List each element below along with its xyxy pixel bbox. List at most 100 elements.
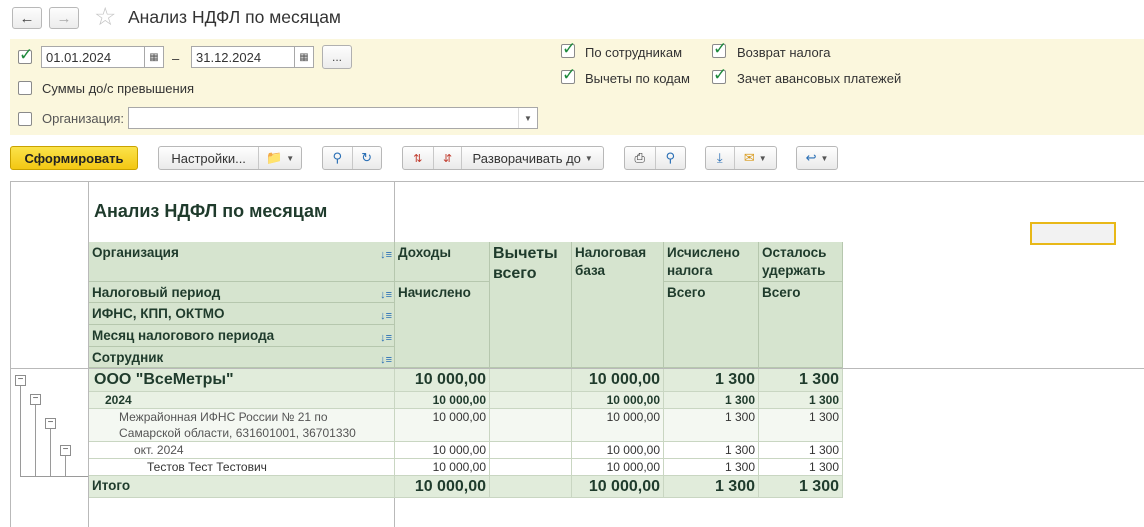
row-year-calc: 1 300 xyxy=(664,392,759,409)
grouping-label: Налоговый период xyxy=(92,285,221,300)
row-year-remain: 1 300 xyxy=(759,392,843,409)
total-deductions xyxy=(490,476,572,498)
expand-to-button[interactable]: Разворачивать до ▼ xyxy=(462,147,603,169)
column-tax-base: Налоговая база xyxy=(572,242,664,368)
undo-icon: ↩ xyxy=(805,150,817,165)
deductions-by-codes-checkbox[interactable]: ✓ xyxy=(561,66,576,84)
collapse-year-toggle[interactable]: − xyxy=(30,394,41,405)
organization-input[interactable] xyxy=(128,107,538,129)
advance-offset-checkbox[interactable]: ✓ xyxy=(712,66,727,84)
chevron-down-icon: ▼ xyxy=(524,113,532,123)
row-month-name: окт. 2024 xyxy=(89,442,395,459)
total-income: 10 000,00 xyxy=(395,476,490,498)
row-organization-base: 10 000,00 xyxy=(572,369,664,392)
search-group: ⚲ ↻ xyxy=(322,146,382,170)
organization-checkbox[interactable] xyxy=(18,112,32,126)
download-icon: ⤓ xyxy=(716,150,723,165)
column-income: Доходы xyxy=(395,242,490,282)
sort-icon[interactable]: ↓≡ xyxy=(380,351,392,369)
period-checkbox[interactable]: ✓ xyxy=(18,46,33,64)
tree-line xyxy=(65,455,66,476)
settings-button[interactable]: Настройки... xyxy=(159,147,258,169)
print-preview-button[interactable]: ⚲ xyxy=(656,147,686,169)
star-icon[interactable]: ☆ xyxy=(94,2,116,32)
organization-dropdown-button[interactable]: ▼ xyxy=(518,108,537,128)
total-base: 10 000,00 xyxy=(572,476,664,498)
calendar-icon: ▦ xyxy=(299,51,309,63)
chevron-down-icon: ▼ xyxy=(820,153,829,163)
collapse-ifns-toggle[interactable]: − xyxy=(45,418,56,429)
sort-icon[interactable]: ↓≡ xyxy=(380,246,392,264)
chevron-down-icon: ▼ xyxy=(286,153,295,163)
find-next-button[interactable]: ↻ xyxy=(353,147,382,169)
tree-line xyxy=(35,405,36,476)
column-remaining: Осталось удержать xyxy=(759,242,843,282)
row-month-deductions xyxy=(490,442,572,459)
calendar-from-button[interactable]: ▦ xyxy=(144,46,164,68)
envelope-icon: ✉ xyxy=(743,150,755,165)
back-button[interactable]: ← xyxy=(12,7,42,29)
row-year-deductions xyxy=(490,392,572,409)
arrow-left-icon: ← xyxy=(19,9,35,27)
row-ifns-deductions xyxy=(490,409,572,442)
print-button[interactable]: ⎙ xyxy=(625,147,655,169)
row-year-name: 2024 xyxy=(89,392,395,409)
send-email-button[interactable]: ✉ ▼ xyxy=(735,147,776,169)
period-select-button[interactable]: ... xyxy=(322,45,352,69)
row-ifns-income: 10 000,00 xyxy=(395,409,490,442)
sort-ascending-icon: ⇅ xyxy=(413,152,423,165)
column-calculated: Исчислено налога xyxy=(664,242,759,282)
calendar-to-button[interactable]: ▦ xyxy=(294,46,314,68)
footer-divider xyxy=(394,497,395,527)
sort-icon[interactable]: ↓≡ xyxy=(380,286,392,304)
settings-group: Настройки... 📁 ▼ xyxy=(158,146,302,170)
deductions-by-codes-label: Вычеты по кодам xyxy=(585,71,690,86)
row-employee-income: 10 000,00 xyxy=(395,459,490,476)
selected-cell[interactable] xyxy=(1030,222,1116,245)
sort-group: ⇅ ⇵ Разворачивать до ▼ xyxy=(402,146,604,170)
collapse-month-toggle[interactable]: − xyxy=(60,445,71,456)
tax-return-checkbox[interactable]: ✓ xyxy=(712,40,727,58)
checkmark-icon: ✓ xyxy=(562,39,577,58)
find-button[interactable]: ⚲ xyxy=(323,147,352,169)
row-employee-name: Тестов Тест Тестович xyxy=(89,459,395,476)
grouping-ifns: ИФНС, КПП, ОКТМО ↓≡ xyxy=(89,303,395,325)
organization-label: Организация: xyxy=(42,111,125,126)
save-button[interactable]: ⤓ xyxy=(706,147,734,169)
collapse-organization-toggle[interactable]: − xyxy=(15,375,26,386)
sort-icon[interactable]: ↓≡ xyxy=(380,329,392,347)
sums-before-excess-label: Суммы до/с превышения xyxy=(42,81,195,96)
grouping-organization: Организация ↓≡ xyxy=(89,242,395,282)
row-organization-remain: 1 300 xyxy=(759,369,843,392)
row-month-income: 10 000,00 xyxy=(395,442,490,459)
window-title: Анализ НДФЛ по месяцам xyxy=(128,7,341,27)
sort-asc-button[interactable]: ⇅ xyxy=(403,147,433,169)
row-employee-calc: 1 300 xyxy=(664,459,759,476)
sort-icon[interactable]: ↓≡ xyxy=(380,307,392,325)
sums-before-excess-checkbox[interactable] xyxy=(18,81,32,95)
row-organization-deductions xyxy=(490,369,572,392)
row-ifns-calc: 1 300 xyxy=(664,409,759,442)
sort-descending-icon: ⇵ xyxy=(442,152,453,165)
total-label: Итого xyxy=(89,476,395,498)
date-from-input[interactable]: 01.01.2024 xyxy=(41,46,145,68)
sort-desc-button[interactable]: ⇵ xyxy=(434,147,462,169)
tax-return-label: Возврат налога xyxy=(737,45,831,60)
date-to-input[interactable]: 31.12.2024 xyxy=(191,46,295,68)
export-group: ⤓ ✉ ▼ xyxy=(705,146,777,170)
row-ifns-name-line2: Самарской области, 631601001, 36701330 xyxy=(119,426,356,440)
by-employees-checkbox[interactable]: ✓ xyxy=(561,40,576,58)
column-remaining-total: Всего xyxy=(759,282,843,368)
grouping-employee: Сотрудник ↓≡ xyxy=(89,347,395,368)
folder-icon: 📁 xyxy=(266,150,283,165)
grouping-label: Месяц налогового периода xyxy=(92,328,275,343)
column-deductions: Вычеты всего xyxy=(490,242,572,368)
more-actions-button[interactable]: ↩ ▼ xyxy=(796,146,838,170)
variants-button[interactable]: 📁 ▼ xyxy=(259,147,301,169)
generate-button[interactable]: Сформировать xyxy=(10,146,138,170)
tree-line xyxy=(20,476,88,477)
forward-button[interactable]: → xyxy=(49,7,79,29)
grouping-month: Месяц налогового периода ↓≡ xyxy=(89,325,395,347)
row-month-calc: 1 300 xyxy=(664,442,759,459)
row-employee-remain: 1 300 xyxy=(759,459,843,476)
